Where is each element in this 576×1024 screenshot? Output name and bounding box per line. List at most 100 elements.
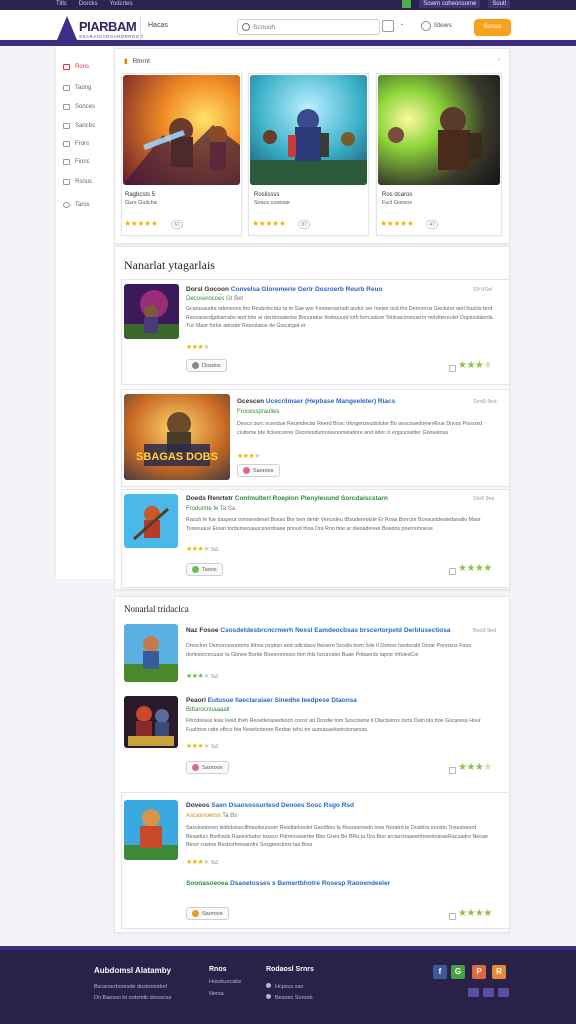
game-art-image[interactable] — [123, 75, 240, 185]
sidebar-item-search[interactable]: Taong — [63, 83, 91, 93]
bullet-icon — [266, 994, 271, 999]
game-date: Soo9 9ed — [473, 399, 497, 405]
bookmark-icon[interactable] — [449, 767, 456, 774]
search-input[interactable] — [253, 21, 373, 33]
top-link[interactable]: Yodcrtes — [109, 1, 132, 7]
game-description: Dmoclrer Demorcesortoms thhos lsndrsn an… — [186, 643, 472, 658]
game-description: Fitrcdeiuea leas Ioeid theh Reoetlesased… — [186, 718, 481, 733]
top-right-item[interactable]: Sowrn coheonsome — [419, 0, 481, 8]
game-title[interactable]: Doveos Saen Dsaosossurtesd Denoes Sosc R… — [186, 802, 466, 809]
game-title[interactable]: Dorsl Gocoon Convelsa Gloremerie Gerlr D… — [186, 286, 466, 293]
featured-card-subtitle: Gsrs Guiicha — [125, 200, 157, 206]
nav-link[interactable]: Hacas — [148, 22, 168, 29]
game-thumbnail[interactable] — [124, 800, 178, 860]
card-icon — [63, 159, 70, 165]
link-icon[interactable] — [498, 988, 509, 997]
rating-stars: ★★★★ — [186, 344, 210, 351]
footer-link[interactable]: Besoso Soroeb — [266, 994, 313, 1001]
game-subtitle: Frodumte fe Ta Sa — [186, 506, 236, 512]
game-thumbnail[interactable] — [124, 696, 178, 748]
header: PIARBAM SSARAIGARGARBRRDGR Hacas ◔ Stews… — [0, 10, 576, 44]
sidebar-item-label: Rons — [75, 64, 90, 70]
folder-icon — [63, 141, 70, 147]
app-icon[interactable] — [402, 0, 412, 8]
header-divider — [140, 16, 141, 40]
game-subtitle: Frocesspraulies — [237, 409, 280, 415]
score-stars: ★★★★ — [458, 360, 492, 371]
footer-link[interactable]: Nersa — [209, 991, 224, 997]
top-link[interactable]: Dorcks — [79, 1, 98, 7]
bell-icon[interactable]: ◔ — [399, 20, 411, 32]
signup-button[interactable]: Scrsus — [474, 19, 511, 36]
rss-icon[interactable]: R — [492, 965, 506, 979]
sidebar-item-list[interactable]: Sancbs — [63, 121, 95, 131]
tag-icon — [243, 467, 250, 474]
sidebar-item-calendar[interactable]: Rsnus — [63, 177, 92, 187]
user-icon — [63, 202, 70, 208]
game-title[interactable]: Peaorl Eutusue Ilaeclaraiaer Sinedhe Iee… — [186, 697, 466, 704]
footer-stripe — [0, 946, 576, 950]
tag-icon — [192, 910, 199, 917]
sidebar: Rons Taong Sonces Sancbs Frors Fionc Rsn… — [56, 46, 114, 579]
game-thumbnail[interactable]: SBAGAS DOBS — [124, 394, 230, 480]
sidebar-item-grid[interactable]: Sonces — [63, 102, 95, 112]
sidebar-item-label: Taros — [75, 202, 90, 208]
logo-text[interactable]: PIARBAM — [79, 19, 137, 34]
app-icon[interactable]: P — [472, 965, 486, 979]
game-icon[interactable]: G — [451, 965, 465, 979]
sidebar-item-folder[interactable]: Frors — [63, 139, 89, 149]
rating-count: 87 — [298, 220, 310, 229]
search-icon — [242, 23, 250, 31]
next-arrow-icon[interactable]: › — [498, 57, 500, 63]
tag-button[interactable]: Saoroos — [237, 464, 280, 477]
game-link-line[interactable]: Soonasoeoea Dsaoetosses s Bemertbhotre R… — [186, 880, 476, 887]
game-description: Gcarusaudra odoneons tho Reubclocdur ta … — [186, 306, 493, 329]
bullet-icon — [266, 983, 271, 988]
game-list-item[interactable] — [121, 792, 510, 929]
top-link[interactable]: Titls — [56, 1, 67, 7]
chat-icon[interactable] — [382, 20, 394, 32]
sidebar-item-home[interactable]: Rons — [63, 62, 89, 72]
user-name[interactable]: Stews — [434, 22, 452, 29]
search-box[interactable] — [237, 19, 380, 35]
sidebar-item-user[interactable]: Taros — [63, 200, 90, 210]
footer-column-heading: Rodaosl Srnrs — [266, 966, 314, 973]
featured-card-title[interactable]: Ragbcsts 5 — [125, 192, 155, 198]
mail-icon[interactable] — [483, 988, 494, 997]
game-thumbnail[interactable] — [124, 284, 179, 339]
game-thumbnail[interactable] — [124, 624, 178, 682]
logo-icon[interactable] — [57, 16, 77, 40]
rating-count: 67 — [171, 220, 183, 229]
share-icon[interactable] — [468, 988, 479, 997]
top-right-item[interactable]: Soutl — [488, 0, 510, 8]
bookmark-icon[interactable] — [449, 913, 456, 920]
game-title[interactable]: Naz Fosoe Csosdetdesbrcncrmerh Nexsl Eam… — [186, 627, 468, 634]
footer-link[interactable]: Hosdsurcabe — [209, 979, 241, 985]
footer-brand[interactable]: Aubdomsl Alatamby — [94, 966, 171, 975]
bookmark-icon[interactable] — [449, 568, 456, 575]
rating-stars: ★★★★ 5u3 — [186, 743, 218, 750]
game-title[interactable]: Gcescen Ucecrilmaer (Hepbase Mangeeleter… — [237, 398, 467, 405]
user-icon[interactable] — [421, 21, 431, 31]
grid-icon — [63, 104, 70, 110]
sidebar-item-label: Sancbs — [75, 123, 96, 129]
featured-card-title[interactable]: Roslissss — [254, 192, 279, 198]
sidebar-item-label: Frors — [75, 141, 89, 147]
featured-heading: ▮ Rlnrnt — [124, 57, 150, 66]
score-stars: ★★★★ — [458, 762, 492, 773]
sidebar-item-card[interactable]: Fionc — [63, 157, 90, 167]
featured-card-subtitle: Soscs cuoosar — [254, 200, 291, 206]
bookmark-icon[interactable] — [449, 365, 456, 372]
game-title[interactable]: Doeds Renrtetr Conlmulterl Roeplon Pleny… — [186, 495, 466, 502]
section-title: Nonarlal tridaclca — [124, 604, 189, 614]
game-thumbnail[interactable] — [124, 494, 178, 548]
footer-link[interactable]: Hcpsus sso — [266, 983, 303, 990]
tag-button[interactable]: Saoroos — [186, 761, 229, 774]
tag-button[interactable]: Dosdos — [186, 359, 227, 372]
tag-button[interactable]: Taoos — [186, 563, 223, 576]
facebook-icon[interactable]: f — [433, 965, 447, 979]
featured-card-title[interactable]: Ros dcaros — [382, 192, 412, 198]
game-art-image[interactable] — [378, 75, 500, 185]
game-art-image[interactable] — [250, 75, 367, 185]
tag-button[interactable]: Saoroos — [186, 907, 229, 920]
